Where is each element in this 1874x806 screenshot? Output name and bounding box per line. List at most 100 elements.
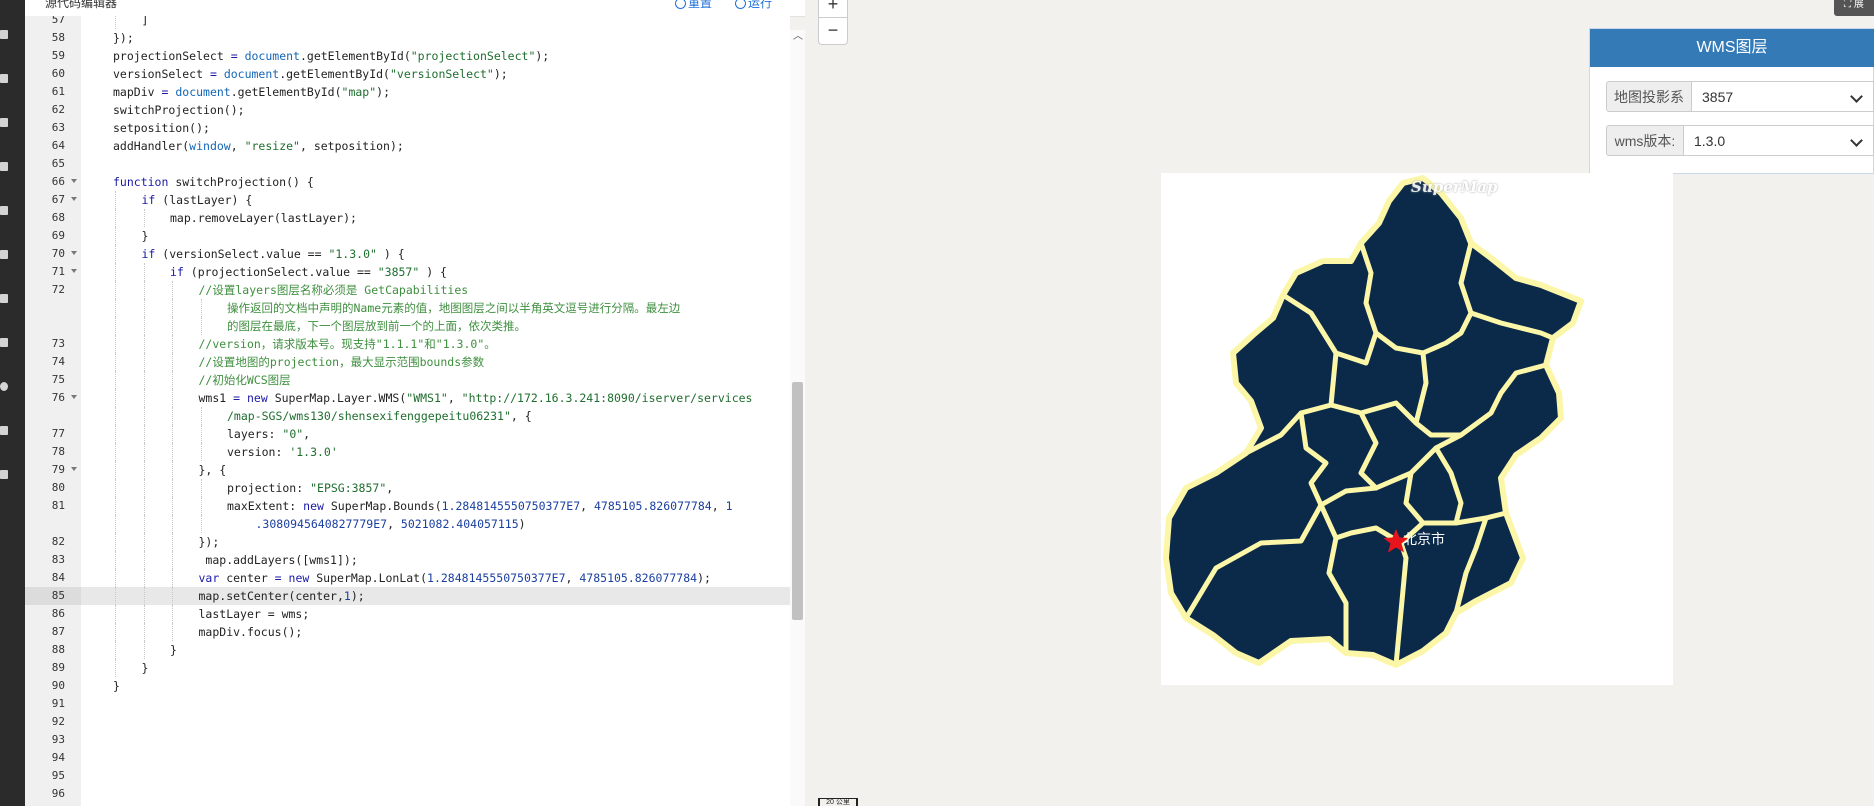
- line-number[interactable]: 84: [25, 569, 81, 587]
- line-number[interactable]: 75: [25, 371, 81, 389]
- zoom-out-button[interactable]: −: [819, 20, 847, 40]
- code-line[interactable]: 84 var center = new SuperMap.LonLat(1.284…: [25, 569, 790, 587]
- line-number[interactable]: 80: [25, 479, 81, 497]
- code-line[interactable]: 71 if (projectionSelect.value == "3857" )…: [25, 263, 790, 281]
- line-number[interactable]: 64: [25, 137, 81, 155]
- code-editor[interactable]: 57] 58}); 59 projectionSelect = document.ge…: [25, 16, 790, 806]
- line-number[interactable]: 96: [25, 785, 81, 803]
- scroll-up-icon[interactable]: ︿: [792, 32, 804, 42]
- line-number[interactable]: [25, 515, 81, 533]
- code-line[interactable]: 66 function switchProjection() {: [25, 173, 790, 191]
- fold-toggle-icon[interactable]: [71, 269, 77, 273]
- code-line[interactable]: 79}, {: [25, 461, 790, 479]
- code-line[interactable]: 91: [25, 695, 790, 713]
- code-line[interactable]: 94: [25, 749, 790, 767]
- fold-toggle-icon[interactable]: [71, 467, 77, 471]
- code-line[interactable]: 67 if (lastLayer) {: [25, 191, 790, 209]
- code-line[interactable]: 78 version: '1.3.0': [25, 443, 790, 461]
- fold-toggle-icon[interactable]: [71, 179, 77, 183]
- sidebar-edit-icon[interactable]: [0, 426, 8, 435]
- line-number[interactable]: 77: [25, 425, 81, 443]
- code-line[interactable]: 80 projection: "EPSG:3857",: [25, 479, 790, 497]
- sidebar-grid-icon[interactable]: [0, 470, 8, 479]
- line-number[interactable]: 83: [25, 551, 81, 569]
- line-number[interactable]: 65: [25, 155, 81, 173]
- line-number[interactable]: [25, 299, 81, 317]
- sidebar-home-icon[interactable]: [0, 30, 8, 39]
- version-select[interactable]: 1.3.0: [1684, 125, 1874, 156]
- fold-toggle-icon[interactable]: [71, 251, 77, 255]
- line-number[interactable]: 92: [25, 713, 81, 731]
- line-number[interactable]: 81: [25, 497, 81, 515]
- code-line[interactable]: 57]: [25, 16, 790, 29]
- editor-scrollbar-thumb[interactable]: [792, 382, 803, 620]
- code-line[interactable]: 58});: [25, 29, 790, 47]
- sidebar-book-icon[interactable]: [0, 338, 8, 347]
- line-number[interactable]: 63: [25, 119, 81, 137]
- sidebar-gear-icon[interactable]: [0, 118, 8, 127]
- line-number[interactable]: 88: [25, 641, 81, 659]
- line-number[interactable]: 94: [25, 749, 81, 767]
- line-number[interactable]: 72: [25, 281, 81, 299]
- line-number[interactable]: 89: [25, 659, 81, 677]
- code-line[interactable]: 61 mapDiv = document.getElementById("map"…: [25, 83, 790, 101]
- run-button[interactable]: 运行: [735, 0, 772, 11]
- projection-select[interactable]: 3857: [1692, 81, 1874, 112]
- sidebar-link-icon[interactable]: [0, 162, 8, 171]
- code-line[interactable]: 95: [25, 767, 790, 785]
- sidebar-chart-icon[interactable]: [0, 250, 8, 259]
- code-line[interactable]: /map-SGS/wms130/shensexifenggepeitu06231…: [25, 407, 790, 425]
- code-line[interactable]: 85 map.setCenter(center,1);: [25, 587, 790, 605]
- line-number[interactable]: 86: [25, 605, 81, 623]
- code-line[interactable]: 70 if (versionSelect.value == "1.3.0" ) {: [25, 245, 790, 263]
- line-number[interactable]: 78: [25, 443, 81, 461]
- code-line[interactable]: 73 //version，请求版本号。现支持"1.1.1"和"1.3.0"。: [25, 335, 790, 353]
- code-line[interactable]: 82});: [25, 533, 790, 551]
- line-number[interactable]: 58: [25, 29, 81, 47]
- line-number[interactable]: 57: [25, 16, 81, 29]
- line-number[interactable]: 82: [25, 533, 81, 551]
- code-line[interactable]: 90}: [25, 677, 790, 695]
- line-number[interactable]: 74: [25, 353, 81, 371]
- code-line[interactable]: 操作返回的文档中声明的Name元素的值，地图图层之间以半角英文逗号进行分隔。最左…: [25, 299, 790, 317]
- map-canvas[interactable]: SuperMap 北京市: [1161, 173, 1673, 685]
- code-line[interactable]: 88}: [25, 641, 790, 659]
- code-line[interactable]: 63 setposition();: [25, 119, 790, 137]
- code-line[interactable]: 83 map.addLayers([wms1]);: [25, 551, 790, 569]
- code-line[interactable]: 72 //设置layers图层名称必须是 GetCapabilities: [25, 281, 790, 299]
- code-line[interactable]: 64 addHandler(window, "resize", setpositi…: [25, 137, 790, 155]
- line-number[interactable]: [25, 407, 81, 425]
- code-line[interactable]: 87 mapDiv.focus();: [25, 623, 790, 641]
- code-line[interactable]: 59 projectionSelect = document.getElement…: [25, 47, 790, 65]
- line-number[interactable]: 61: [25, 83, 81, 101]
- line-number[interactable]: [25, 317, 81, 335]
- line-number[interactable]: 69: [25, 227, 81, 245]
- sidebar-image-icon[interactable]: [0, 74, 8, 83]
- code-line[interactable]: 92: [25, 713, 790, 731]
- line-number[interactable]: 60: [25, 65, 81, 83]
- code-line[interactable]: 76 wms1 = new SuperMap.Layer.WMS("WMS1", …: [25, 389, 790, 407]
- code-line[interactable]: 93: [25, 731, 790, 749]
- code-line[interactable]: 68 map.removeLayer(lastLayer);: [25, 209, 790, 227]
- code-line[interactable]: 65: [25, 155, 790, 173]
- fullscreen-button[interactable]: ⛶ 展: [1834, 0, 1874, 16]
- code-line[interactable]: 86 lastLayer = wms;: [25, 605, 790, 623]
- code-line[interactable]: 62 switchProjection();: [25, 101, 790, 119]
- fold-toggle-icon[interactable]: [71, 395, 77, 399]
- code-line[interactable]: 74 //设置地图的projection，最大显示范围bounds参数: [25, 353, 790, 371]
- zoom-in-button[interactable]: +: [819, 0, 847, 14]
- code-line[interactable]: 89}: [25, 659, 790, 677]
- line-number[interactable]: 85: [25, 587, 81, 605]
- line-number[interactable]: 95: [25, 767, 81, 785]
- fold-toggle-icon[interactable]: [71, 197, 77, 201]
- line-number[interactable]: 68: [25, 209, 81, 227]
- line-number[interactable]: 90: [25, 677, 81, 695]
- line-number[interactable]: 93: [25, 731, 81, 749]
- code-line[interactable]: 77 layers: "0",: [25, 425, 790, 443]
- code-line[interactable]: 60 versionSelect = document.getElementByI…: [25, 65, 790, 83]
- code-line[interactable]: .3080945640827779E7, 5021082.404057115): [25, 515, 790, 533]
- line-number[interactable]: 87: [25, 623, 81, 641]
- code-line[interactable]: 81 maxExtent: new SuperMap.Bounds(1.28481…: [25, 497, 790, 515]
- line-number[interactable]: 62: [25, 101, 81, 119]
- line-number[interactable]: 73: [25, 335, 81, 353]
